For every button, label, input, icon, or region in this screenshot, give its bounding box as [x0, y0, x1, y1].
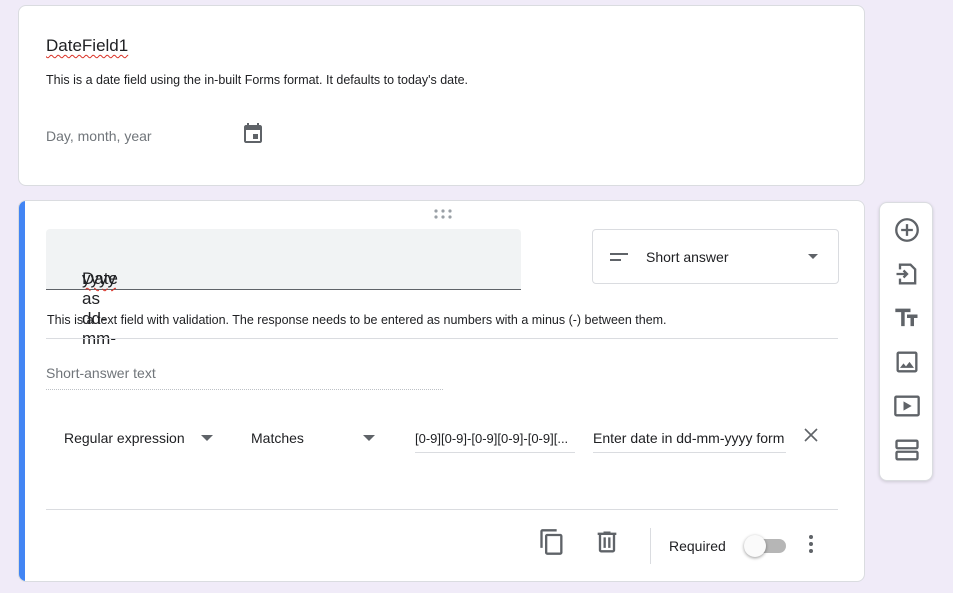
question-title-input[interactable]: Date as dd-mm-yyyy — [46, 229, 521, 348]
question-title: DateField1 — [46, 36, 129, 55]
import-questions-icon[interactable] — [893, 260, 921, 288]
response-validation-row: Regular expression Matches [0-9][0-9]-[0… — [46, 423, 838, 453]
toggle-thumb — [744, 535, 766, 557]
delete-icon[interactable] — [593, 528, 621, 556]
side-toolbar — [879, 202, 933, 481]
add-section-icon[interactable] — [893, 436, 921, 464]
short-answer-placeholder: Short-answer text — [46, 365, 156, 381]
active-card-accent — [19, 201, 25, 581]
date-question-card[interactable]: DateField1 This is a date field using th… — [18, 5, 865, 186]
dropdown-arrow-icon — [201, 435, 213, 441]
short-answer-question-card[interactable]: Date as dd-mm-yyyy Short answer This is … — [18, 200, 865, 582]
validation-type-dropdown[interactable]: Regular expression — [46, 423, 226, 451]
custom-error-text-input[interactable]: Enter date in dd-mm-yyyy form — [593, 423, 786, 453]
regex-pattern-value: [0-9][0-9]-[0-9][0-9]-[0-9][... — [415, 431, 569, 446]
required-toggle[interactable] — [744, 535, 788, 559]
date-input-placeholder: Day, month, year — [46, 128, 152, 144]
question-type-dropdown[interactable]: Short answer — [592, 229, 839, 284]
close-icon[interactable] — [803, 427, 819, 443]
drag-handle-icon[interactable] — [433, 208, 453, 220]
required-label: Required — [669, 538, 726, 554]
validation-type-label: Regular expression — [64, 430, 185, 446]
question-title-misspelled: yyyy — [82, 269, 116, 288]
footer-vertical-divider — [650, 528, 651, 564]
short-text-icon — [610, 253, 628, 261]
question-description-input[interactable]: This is a text field with validation. Th… — [46, 307, 838, 339]
add-image-icon[interactable] — [893, 348, 921, 376]
footer-divider — [46, 509, 838, 510]
add-question-icon[interactable] — [893, 216, 921, 244]
dropdown-arrow-icon — [363, 435, 375, 441]
question-description: This is a date field using the in-built … — [46, 73, 469, 87]
validation-condition-dropdown[interactable]: Matches — [233, 423, 383, 451]
more-options-icon[interactable] — [801, 532, 821, 556]
duplicate-icon[interactable] — [538, 528, 566, 556]
add-video-icon[interactable] — [893, 392, 921, 420]
regex-pattern-input[interactable]: [0-9][0-9]-[0-9][0-9]-[0-9][... — [415, 423, 575, 453]
dropdown-arrow-icon — [808, 254, 818, 259]
short-answer-preview: Short-answer text — [46, 356, 443, 390]
add-title-icon[interactable] — [893, 304, 921, 332]
question-type-label: Short answer — [646, 249, 729, 265]
custom-error-text-value: Enter date in dd-mm-yyyy form — [593, 430, 785, 446]
validation-condition-label: Matches — [251, 430, 304, 446]
calendar-icon — [244, 123, 262, 143]
question-description-text: This is a text field with validation. Th… — [47, 313, 667, 327]
